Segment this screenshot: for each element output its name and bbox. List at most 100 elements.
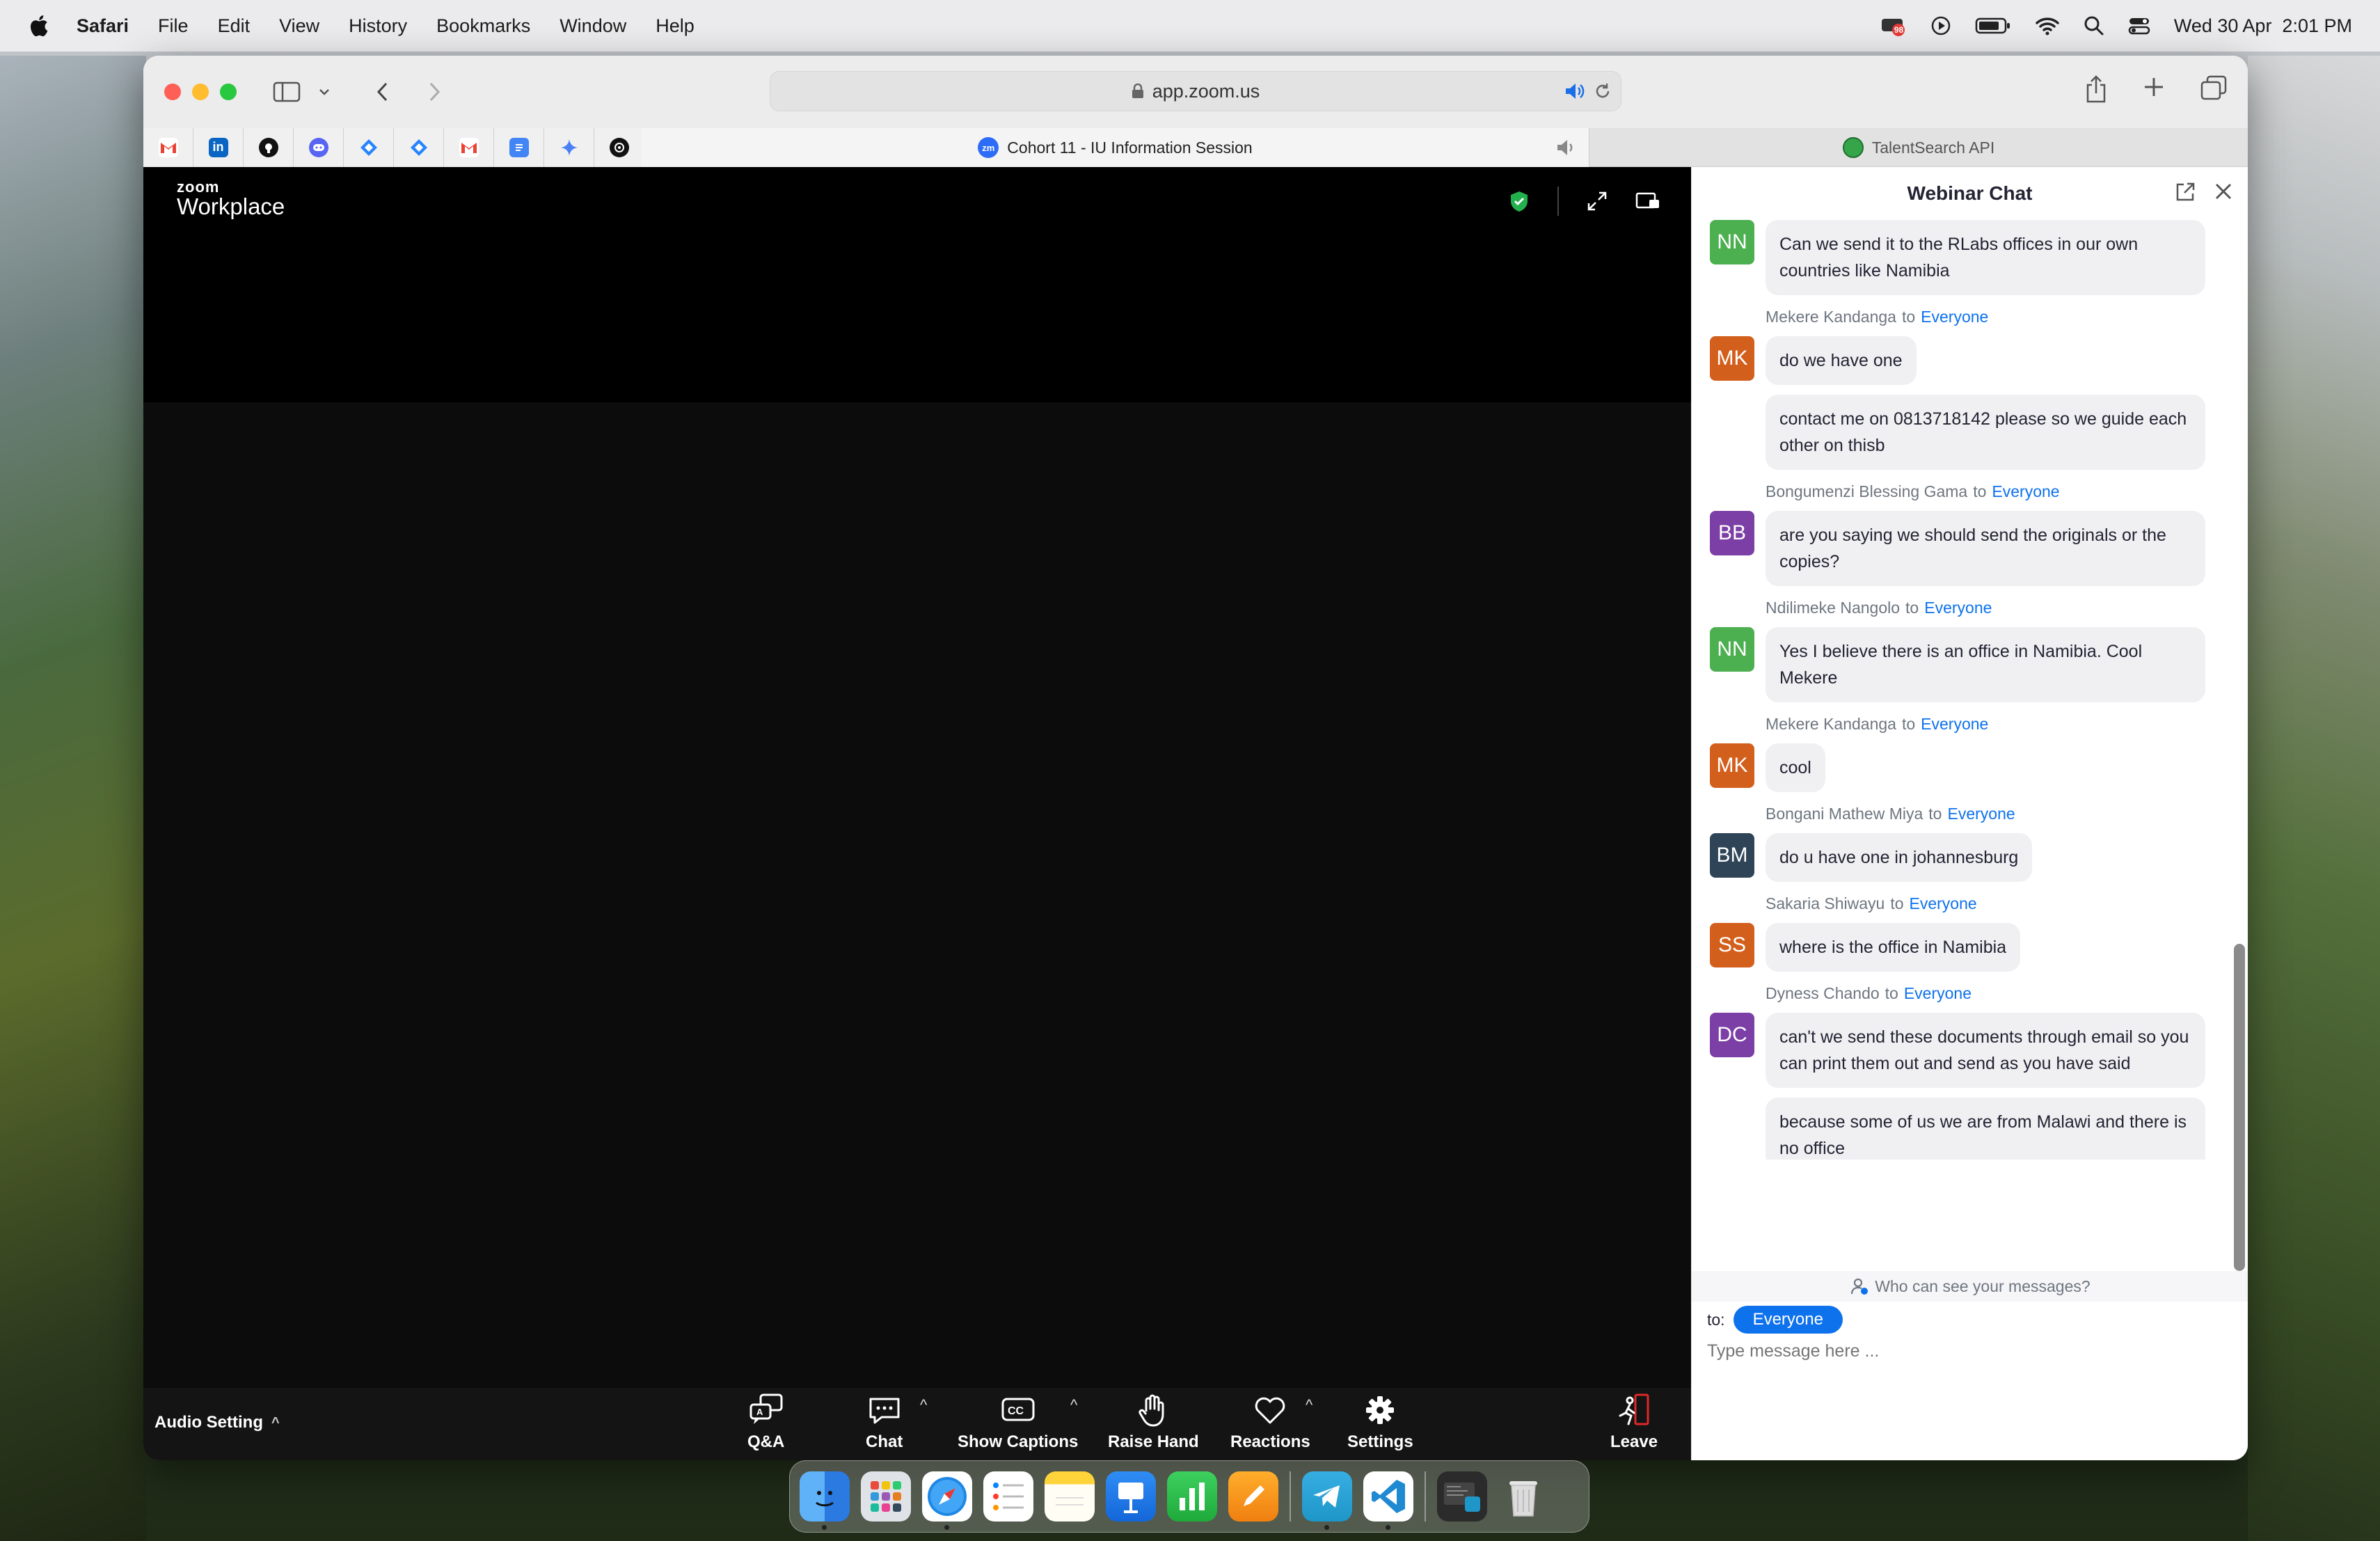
menu-window[interactable]: Window	[560, 15, 626, 37]
menu-app-name[interactable]: Safari	[77, 15, 129, 37]
speaker-icon[interactable]	[1555, 138, 1576, 157]
chat-message[interactable]: BB are you saying we should send the orig…	[1710, 511, 2207, 586]
apple-icon[interactable]	[28, 13, 49, 38]
show-captions-button[interactable]: CC Show Captions	[958, 1392, 1078, 1452]
sender-name[interactable]: Mekere Kandanga	[1766, 308, 1896, 326]
chat-button[interactable]: Chat	[866, 1392, 903, 1452]
audio-setting-button[interactable]: Audio Setting ^	[154, 1413, 280, 1432]
popout-icon[interactable]	[2174, 181, 2196, 203]
launchpad-icon[interactable]	[861, 1471, 911, 1522]
zoom-window-button[interactable]	[220, 84, 237, 100]
telegram-icon[interactable]	[1302, 1471, 1352, 1530]
play-icon[interactable]	[1930, 15, 1951, 36]
numbers-icon[interactable]	[1167, 1471, 1217, 1522]
message-target[interactable]: Everyone	[1904, 984, 1972, 1002]
recording-app-icon[interactable]: 98	[1880, 15, 1907, 37]
sender-name[interactable]: Ndilimeke Nangolo	[1766, 599, 1900, 617]
pinned-tab[interactable]	[444, 127, 494, 167]
chat-scrollbar[interactable]	[2234, 944, 2245, 1271]
pages-icon[interactable]	[1228, 1471, 1278, 1522]
chat-messages[interactable]: NN Can we send it to the RLabs offices in…	[1692, 220, 2248, 1160]
pinned-tab[interactable]	[294, 127, 344, 167]
menu-file[interactable]: File	[158, 15, 189, 37]
sender-name[interactable]: Dyness Chando	[1766, 984, 1880, 1002]
avatar[interactable]: NN	[1710, 627, 1754, 672]
security-shield-icon[interactable]	[1509, 190, 1530, 212]
sender-name[interactable]: Bongani Mathew Miya	[1766, 805, 1923, 823]
tab-active[interactable]: zm Cohort 11 - IU Information Session	[642, 128, 1589, 167]
vscode-icon[interactable]	[1363, 1471, 1413, 1530]
pinned-tab[interactable]: in	[193, 127, 244, 167]
fullscreen-icon[interactable]	[1587, 191, 1608, 212]
avatar[interactable]: MK	[1710, 743, 1754, 788]
trash-icon[interactable]	[1498, 1471, 1548, 1522]
tab-talentsearch[interactable]: TalentSearch API	[1589, 128, 2248, 167]
chat-message[interactable]: NN Can we send it to the RLabs offices in…	[1710, 220, 2207, 295]
pinned-tab[interactable]	[244, 127, 294, 167]
forward-button[interactable]	[419, 77, 450, 107]
raise-hand-button[interactable]: Raise Hand	[1108, 1392, 1199, 1452]
sender-name[interactable]: Bongumenzi Blessing Gama	[1766, 482, 1967, 500]
chat-message[interactable]: MK do we have one	[1710, 336, 2207, 385]
chat-message[interactable]: SS where is the office in Namibia	[1710, 923, 2207, 972]
menu-bookmarks[interactable]: Bookmarks	[436, 15, 530, 37]
sender-name[interactable]: Mekere Kandanga	[1766, 715, 1896, 733]
tab-overview-icon[interactable]	[2200, 75, 2227, 100]
address-bar[interactable]: app.zoom.us	[770, 71, 1621, 111]
new-tab-icon[interactable]	[2142, 75, 2166, 99]
spotlight-search-icon[interactable]	[2084, 15, 2104, 36]
chat-message[interactable]: because some of us we are from Malawi an…	[1710, 1098, 2207, 1160]
safari-icon[interactable]	[922, 1471, 972, 1530]
close-icon[interactable]	[2213, 181, 2234, 202]
reactions-button[interactable]: Reactions	[1230, 1392, 1310, 1452]
pinned-tab[interactable]	[544, 127, 594, 167]
who-can-see-messages[interactable]: Who can see your messages?	[1692, 1271, 2248, 1302]
recipient-dropdown[interactable]: Everyone	[1733, 1306, 1843, 1334]
settings-button[interactable]: Settings	[1347, 1392, 1413, 1452]
chat-message[interactable]: BM do u have one in johannesburg	[1710, 833, 2207, 882]
chat-message[interactable]: contact me on 0813718142 please so we gu…	[1710, 395, 2207, 470]
menu-edit[interactable]: Edit	[218, 15, 251, 37]
leave-button[interactable]: Leave	[1610, 1392, 1658, 1452]
message-target[interactable]: Everyone	[1921, 308, 1988, 326]
sender-name[interactable]: Sakaria Shiwayu	[1766, 894, 1885, 912]
avatar[interactable]: BB	[1710, 511, 1754, 555]
audio-playing-icon[interactable]	[1564, 81, 1586, 101]
message-target[interactable]: Everyone	[1924, 599, 1992, 617]
pinned-tab[interactable]	[494, 127, 544, 167]
close-window-button[interactable]	[164, 84, 181, 100]
message-target[interactable]: Everyone	[1992, 482, 2059, 500]
chat-options-caret[interactable]: ^	[920, 1396, 927, 1414]
reload-icon[interactable]	[1593, 81, 1612, 101]
menu-view[interactable]: View	[279, 15, 319, 37]
pinned-tab[interactable]	[594, 127, 644, 167]
screenshot-icon[interactable]	[1437, 1471, 1487, 1522]
notes-icon[interactable]	[1045, 1471, 1095, 1522]
avatar[interactable]: SS	[1710, 923, 1754, 967]
tab-group-dropdown-button[interactable]	[316, 77, 333, 107]
back-button[interactable]	[367, 77, 398, 107]
control-center-icon[interactable]	[2128, 15, 2150, 36]
wifi-icon[interactable]	[2035, 16, 2060, 35]
qa-button[interactable]: A Q&A	[747, 1392, 784, 1452]
keynote-icon[interactable]	[1106, 1471, 1156, 1522]
menu-history[interactable]: History	[349, 15, 407, 37]
captions-options-caret[interactable]: ^	[1070, 1396, 1077, 1414]
menu-help[interactable]: Help	[656, 15, 695, 37]
view-layout-icon[interactable]	[1635, 191, 1660, 211]
chat-message[interactable]: NN Yes I believe there is an office in Na…	[1710, 627, 2207, 702]
avatar[interactable]: BM	[1710, 833, 1754, 878]
finder-icon[interactable]	[800, 1471, 850, 1530]
message-target[interactable]: Everyone	[1921, 715, 1988, 733]
pinned-tab[interactable]	[344, 127, 394, 167]
minimize-window-button[interactable]	[192, 84, 209, 100]
menubar-datetime[interactable]: Wed 30 Apr 2:01 PM	[2174, 15, 2352, 37]
chat-message[interactable]: MK cool	[1710, 743, 2207, 792]
sidebar-toggle-button[interactable]	[271, 77, 302, 107]
pinned-tab[interactable]	[394, 127, 444, 167]
pinned-tab[interactable]	[143, 127, 193, 167]
message-target[interactable]: Everyone	[1947, 805, 2015, 823]
battery-icon[interactable]	[1975, 16, 2011, 35]
chat-message[interactable]: DC can't we send these documents through …	[1710, 1013, 2207, 1088]
avatar[interactable]: MK	[1710, 336, 1754, 381]
